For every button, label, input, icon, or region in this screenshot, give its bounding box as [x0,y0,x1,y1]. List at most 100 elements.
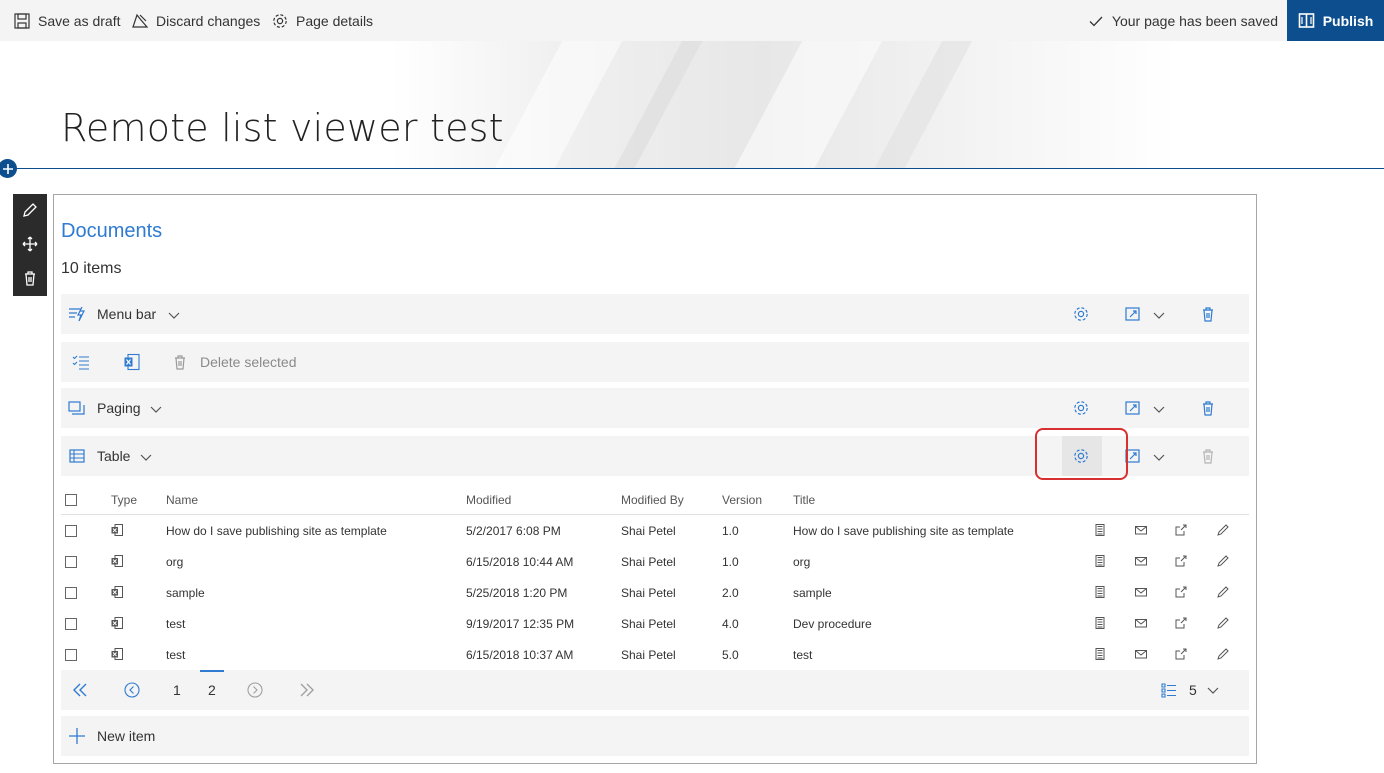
add-section-button[interactable] [0,159,17,178]
share-icon[interactable] [1174,616,1188,630]
cell-name[interactable]: How do I save publishing site as templat… [166,524,387,538]
calculator-icon[interactable] [1093,647,1107,661]
page-title[interactable]: Remote list viewer test [61,106,504,150]
table-header: Type Name Modified Modified By Version T… [61,485,1249,515]
calculator-icon[interactable] [1093,616,1107,630]
mail-icon[interactable] [1134,585,1148,599]
trash-icon[interactable] [1199,399,1217,417]
new-item-button[interactable]: New item [61,716,1249,756]
excel-icon[interactable] [123,353,141,371]
cell-version: 1.0 [722,555,739,569]
cell-title: How do I save publishing site as templat… [793,524,1014,538]
row-checkbox[interactable] [65,587,77,599]
page-size-value[interactable]: 5 [1189,670,1197,710]
table-row[interactable]: test 9/19/2017 12:35 PM Shai Petel 4.0 Dev p… [61,608,1249,639]
calculator-icon[interactable] [1093,585,1107,599]
column-header-modified-by[interactable]: Modified By [621,493,684,507]
paging-section[interactable]: Paging [61,388,1249,428]
row-checkbox[interactable] [65,618,77,630]
table-row[interactable]: sample 5/25/2018 1:20 PM Shai Petel 2.0 samp… [61,577,1249,608]
row-checkbox[interactable] [65,525,77,537]
table-row[interactable]: test 6/15/2018 10:37 AM Shai Petel 5.0 test [61,639,1249,670]
mail-icon[interactable] [1134,554,1148,568]
cell-version: 1.0 [722,524,739,538]
pencil-icon[interactable] [1216,585,1230,599]
column-header-title[interactable]: Title [793,493,815,507]
mail-icon[interactable] [1134,647,1148,661]
delete-selected-label[interactable]: Delete selected [200,342,297,382]
column-header-type[interactable]: Type [111,493,137,507]
check-icon [1089,16,1103,26]
table-row[interactable]: org 6/15/2018 10:44 AM Shai Petel 1.0 org [61,546,1249,577]
chevron-down-icon[interactable] [149,402,163,416]
row-checkbox[interactable] [65,649,77,661]
save-as-draft-button[interactable]: Save as draft [13,0,121,41]
page-details-button[interactable]: Page details [271,0,373,41]
cell-title: sample [793,586,832,600]
page-details-label: Page details [296,12,374,29]
publish-button[interactable]: Publish [1287,0,1384,41]
trash-icon[interactable] [1199,447,1217,465]
webpart-title[interactable]: Documents [61,220,162,243]
gear-icon[interactable] [1072,399,1090,417]
trash-icon[interactable] [1199,305,1217,323]
last-page-icon[interactable] [298,681,316,699]
trash-icon[interactable] [21,269,39,287]
chevron-down-icon[interactable] [139,450,153,464]
share-icon[interactable] [1174,647,1188,661]
select-all-checkbox[interactable] [65,494,77,506]
pencil-icon[interactable] [1216,616,1230,630]
layout-icon[interactable] [1124,305,1142,323]
calculator-icon[interactable] [1093,554,1107,568]
chevron-down-icon[interactable] [167,308,181,322]
doc-icon [111,524,123,536]
chevron-down-icon[interactable] [1206,683,1220,697]
layout-icon[interactable] [1124,399,1142,417]
column-header-version[interactable]: Version [722,493,762,507]
share-icon[interactable] [1174,523,1188,537]
paging-label: Paging [97,400,141,416]
cell-modified-by: Shai Petel [621,524,676,538]
page-2-button[interactable]: 2 [208,670,216,710]
pencil-icon[interactable] [1216,523,1230,537]
cell-name[interactable]: sample [166,586,205,600]
discard-changes-button[interactable]: Discard changes [131,0,260,41]
cell-name[interactable]: test [166,648,185,662]
menu-bar-preview: Delete selected [61,342,1249,382]
checklist-icon[interactable] [72,353,90,371]
pencil-icon[interactable] [1216,554,1230,568]
move-icon[interactable] [21,235,39,253]
cell-name[interactable]: org [166,555,183,569]
mail-icon[interactable] [1134,523,1148,537]
column-header-name[interactable]: Name [166,493,198,507]
cell-title: Dev procedure [793,617,872,631]
chevron-down-icon[interactable] [1152,450,1166,464]
trash-icon[interactable] [171,353,189,371]
calculator-icon[interactable] [1093,523,1107,537]
share-icon[interactable] [1174,585,1188,599]
discard-changes-label: Discard changes [156,12,261,29]
mail-icon[interactable] [1134,616,1148,630]
page-size-icon[interactable] [1160,681,1178,699]
save-status: Your page has been saved [1088,0,1278,41]
pencil-icon[interactable] [1216,647,1230,661]
next-page-icon[interactable] [246,681,264,699]
page-1-button[interactable]: 1 [173,670,181,710]
chevron-down-icon[interactable] [1152,308,1166,322]
pencil-icon[interactable] [21,201,39,219]
gear-icon[interactable] [1072,305,1090,323]
new-item-label: New item [97,728,156,744]
first-page-icon[interactable] [71,681,89,699]
share-icon[interactable] [1174,554,1188,568]
column-header-modified[interactable]: Modified [466,493,511,507]
cell-modified-by: Shai Petel [621,555,676,569]
chevron-down-icon[interactable] [1152,402,1166,416]
highlight-annotation [1035,428,1128,480]
menu-bar-section[interactable]: Menu bar [61,294,1249,334]
table-row[interactable]: How do I save publishing site as templat… [61,515,1249,546]
cell-modified: 6/15/2018 10:44 AM [466,555,574,569]
row-checkbox[interactable] [65,556,77,568]
plus-icon [2,163,13,174]
cell-name[interactable]: test [166,617,185,631]
prev-page-icon[interactable] [123,681,141,699]
